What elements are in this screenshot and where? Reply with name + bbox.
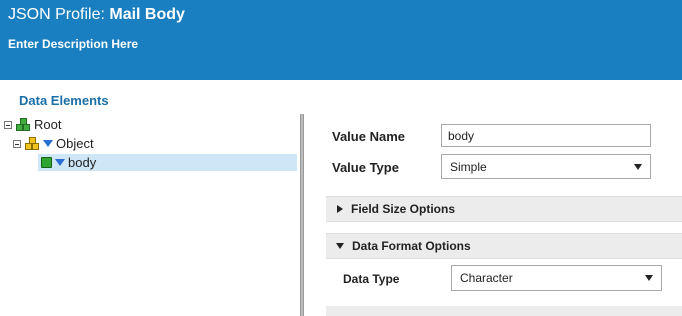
tree-node-root[interactable]: Root: [4, 116, 61, 133]
value-type-select[interactable]: Simple: [441, 154, 651, 179]
dropdown-triangle-icon[interactable]: [55, 159, 65, 166]
tree-node-label: Root: [34, 117, 62, 132]
chevron-down-icon: [645, 275, 653, 281]
collapse-icon[interactable]: [4, 120, 12, 129]
page-title: JSON Profile: Mail Body: [8, 6, 185, 24]
profile-description[interactable]: Enter Description Here: [8, 37, 138, 51]
tree-node-object[interactable]: Object: [13, 135, 94, 152]
title-prefix: JSON Profile:: [8, 6, 110, 23]
next-section-header: [326, 306, 682, 316]
expand-icon: [337, 205, 343, 213]
data-type-selected: Character: [460, 271, 513, 285]
value-name-input[interactable]: [441, 124, 651, 147]
pane-splitter[interactable]: [300, 114, 304, 316]
collapse-icon[interactable]: [13, 139, 21, 148]
value-type-selected: Simple: [450, 159, 487, 174]
collapse-icon: [336, 243, 344, 249]
section-label: Data Format Options: [352, 239, 471, 253]
value-name-label: Value Name: [332, 129, 405, 144]
profile-name[interactable]: Mail Body: [109, 6, 185, 23]
tree-node-label: body: [68, 155, 97, 170]
data-elements-title: Data Elements: [19, 93, 109, 108]
data-type-label: Data Type: [343, 272, 400, 286]
data-format-options-header[interactable]: Data Format Options: [326, 233, 682, 259]
field-size-options-header[interactable]: Field Size Options: [326, 196, 682, 222]
section-label: Field Size Options: [351, 202, 456, 216]
chevron-down-icon: [634, 163, 642, 170]
value-type-label: Value Type: [332, 160, 399, 175]
dropdown-triangle-icon[interactable]: [43, 140, 53, 147]
yellow-cubes-icon: [25, 137, 40, 150]
profile-header: JSON Profile: Mail Body Enter Descriptio…: [0, 0, 682, 80]
data-elements-tree: Root Object body: [0, 114, 300, 316]
tree-node-label: Object: [56, 136, 94, 151]
tree-node-body[interactable]: body: [38, 154, 297, 171]
data-type-select[interactable]: Character: [451, 265, 662, 291]
green-cube-icon: [41, 157, 52, 168]
green-cubes-icon: [16, 118, 31, 131]
